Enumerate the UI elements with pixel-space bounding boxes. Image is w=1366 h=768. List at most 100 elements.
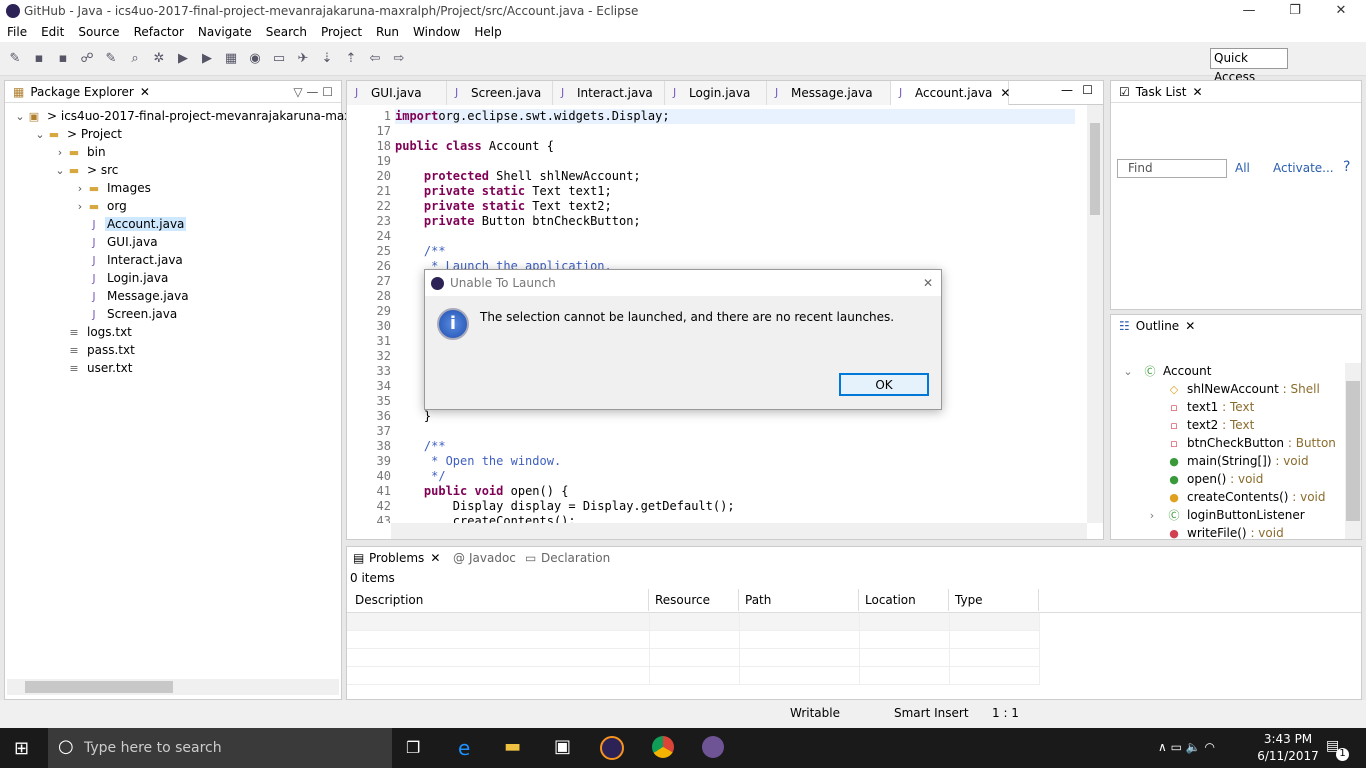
view-menu-icon[interactable]: ▽ — ☐ (293, 85, 333, 99)
chevron-down-icon[interactable]: ⌄ (1121, 363, 1135, 381)
menu-file[interactable]: File (0, 25, 34, 39)
forward-icon[interactable]: ⇨ (390, 50, 408, 68)
next-annotation-icon[interactable]: ⇣ (318, 50, 336, 68)
vertical-scrollbar[interactable] (1087, 105, 1103, 523)
task-view-icon[interactable]: ❐ (406, 738, 420, 757)
tab-login-java[interactable]: J Login.java (665, 81, 767, 105)
tab-account-java[interactable]: J Account.java ✕ (891, 81, 1010, 105)
tree-item[interactable]: J GUI.java (5, 233, 341, 251)
taskbar-search-box[interactable]: Type here to search (48, 728, 392, 768)
tab-javadoc[interactable]: @ Javadoc (447, 547, 516, 569)
tree-item[interactable]: J Interact.java (5, 251, 341, 269)
chevron-down-icon[interactable]: ⌄ (33, 126, 47, 144)
menu-navigate[interactable]: Navigate (191, 25, 259, 39)
tree-item[interactable]: ⌄ ▣ > ics4uo-2017-final-project-mevanrajak… (5, 107, 382, 126)
menu-help[interactable]: Help (467, 25, 508, 39)
editor-horizontal-scrollbar[interactable] (391, 523, 1087, 539)
tree-item[interactable]: ≡ pass.txt (5, 341, 341, 359)
outline-scrollbar[interactable] (1345, 363, 1361, 539)
column-header-type[interactable]: Type (949, 589, 1039, 611)
chevron-right-icon[interactable]: › (1145, 507, 1159, 525)
new-class-icon[interactable]: ◉ (246, 50, 264, 68)
open-icon[interactable]: ▭ (270, 50, 288, 68)
tab-interact-java[interactable]: J Interact.java (553, 81, 665, 105)
minimize-button[interactable]: — (1226, 0, 1272, 22)
github-desktop-icon[interactable] (702, 736, 724, 758)
debug-icon[interactable]: ✲ (150, 50, 168, 68)
column-header-resource[interactable]: Resource (649, 589, 739, 611)
tree-item[interactable]: ≡ user.txt (5, 359, 341, 377)
outline-item[interactable]: ● main(String[]) : void (1111, 452, 1345, 470)
eclipse-taskbar-icon[interactable] (600, 736, 624, 760)
menu-window[interactable]: Window (406, 25, 467, 39)
close-view-icon[interactable]: ✕ (430, 551, 440, 565)
store-icon[interactable]: ▣ (554, 736, 571, 757)
chevron-down-icon[interactable]: ⌄ (53, 162, 67, 180)
tree-item[interactable]: › ▬ Images (5, 179, 341, 197)
file-explorer-icon[interactable]: ▬ (504, 736, 521, 757)
menu-edit[interactable]: Edit (34, 25, 71, 39)
close-view-icon[interactable]: ✕ (1192, 85, 1202, 99)
close-view-icon[interactable]: ✕ (140, 85, 150, 99)
close-tab-icon[interactable]: ✕ (1000, 86, 1010, 100)
horizontal-scrollbar[interactable] (7, 679, 339, 695)
edge-icon[interactable]: e (458, 736, 470, 760)
outline-title[interactable]: Outline (1136, 319, 1179, 333)
chevron-right-icon[interactable]: › (73, 180, 87, 198)
restore-button[interactable]: ❐ (1272, 0, 1318, 22)
help-icon[interactable]: ? (1343, 159, 1350, 175)
search-icon[interactable]: ⌕ (126, 50, 144, 68)
tree-item[interactable]: J Screen.java (5, 305, 341, 323)
package-explorer-title[interactable]: Package Explorer (30, 85, 134, 99)
new-package-icon[interactable]: ▦ (222, 50, 240, 68)
chevron-right-icon[interactable]: › (73, 198, 87, 216)
prev-annotation-icon[interactable]: ⇡ (342, 50, 360, 68)
menu-source[interactable]: Source (71, 25, 126, 39)
chevron-down-icon[interactable]: ⌄ (13, 108, 27, 126)
tab-declaration[interactable]: ▭ Declaration (519, 547, 610, 569)
column-header-path[interactable]: Path (739, 589, 859, 611)
outline-item[interactable]: ▫ btnCheckButton : Button (1111, 434, 1345, 452)
clock-date[interactable]: 6/11/2017 (1254, 749, 1322, 763)
save-icon[interactable]: ▪ (30, 50, 48, 68)
chrome-icon[interactable] (652, 736, 674, 758)
chevron-right-icon[interactable]: › (53, 144, 67, 162)
close-view-icon[interactable]: ✕ (1185, 319, 1195, 333)
maximize-editor-icon[interactable]: ☐ (1082, 83, 1093, 97)
open-task-icon[interactable]: ✈ (294, 50, 312, 68)
dialog-close-button[interactable]: ✕ (923, 276, 933, 290)
clock-time[interactable]: 3:43 PM (1258, 732, 1318, 746)
all-link[interactable]: All (1235, 161, 1250, 175)
run-config-icon[interactable]: ▶ (198, 50, 216, 68)
column-header-description[interactable]: Description (349, 589, 649, 611)
tree-item[interactable]: ≡ logs.txt (5, 323, 341, 341)
outline-item[interactable]: ● writeFile() : void (1111, 524, 1345, 539)
tree-item[interactable]: ⌄ ▬ > Project (5, 125, 341, 143)
quick-access-input[interactable]: Quick Access (1210, 48, 1288, 84)
open-type-icon[interactable]: ☍ (78, 50, 96, 68)
outline-item[interactable]: ◇ shlNewAccount : Shell (1111, 380, 1345, 398)
menu-search[interactable]: Search (259, 25, 314, 39)
outline-item[interactable]: ● createContents() : void (1111, 488, 1345, 506)
save-all-icon[interactable]: ▪ (54, 50, 72, 68)
find-input[interactable]: Find (1117, 159, 1227, 178)
tree-item[interactable]: J Login.java (5, 269, 341, 287)
tree-item[interactable]: J Account.java (5, 215, 341, 233)
outline-item[interactable]: ▫ text2 : Text (1111, 416, 1345, 434)
tab-screen-java[interactable]: J Screen.java (447, 81, 553, 105)
highlight-icon[interactable]: ✎ (102, 50, 120, 68)
task-list-title[interactable]: Task List (1136, 85, 1187, 99)
system-tray-icons[interactable]: ∧ ▭ 🔈 ◠ (1158, 740, 1215, 754)
minimize-editor-icon[interactable]: — (1061, 83, 1073, 97)
tab-message-java[interactable]: J Message.java (767, 81, 891, 105)
tree-item[interactable]: ⌄ ▬ > src (5, 161, 341, 179)
column-header-location[interactable]: Location (859, 589, 949, 611)
back-icon[interactable]: ⇦ (366, 50, 384, 68)
close-button[interactable]: ✕ (1318, 0, 1364, 22)
ok-button[interactable]: OK (839, 373, 929, 396)
tab-problems[interactable]: ▤ Problems ✕ (347, 547, 440, 569)
tab-gui-java[interactable]: J GUI.java (347, 81, 447, 105)
outline-item[interactable]: ▫ text1 : Text (1111, 398, 1345, 416)
outline-item[interactable]: › ⒸloginButtonListener (1111, 506, 1345, 524)
menu-run[interactable]: Run (369, 25, 406, 39)
